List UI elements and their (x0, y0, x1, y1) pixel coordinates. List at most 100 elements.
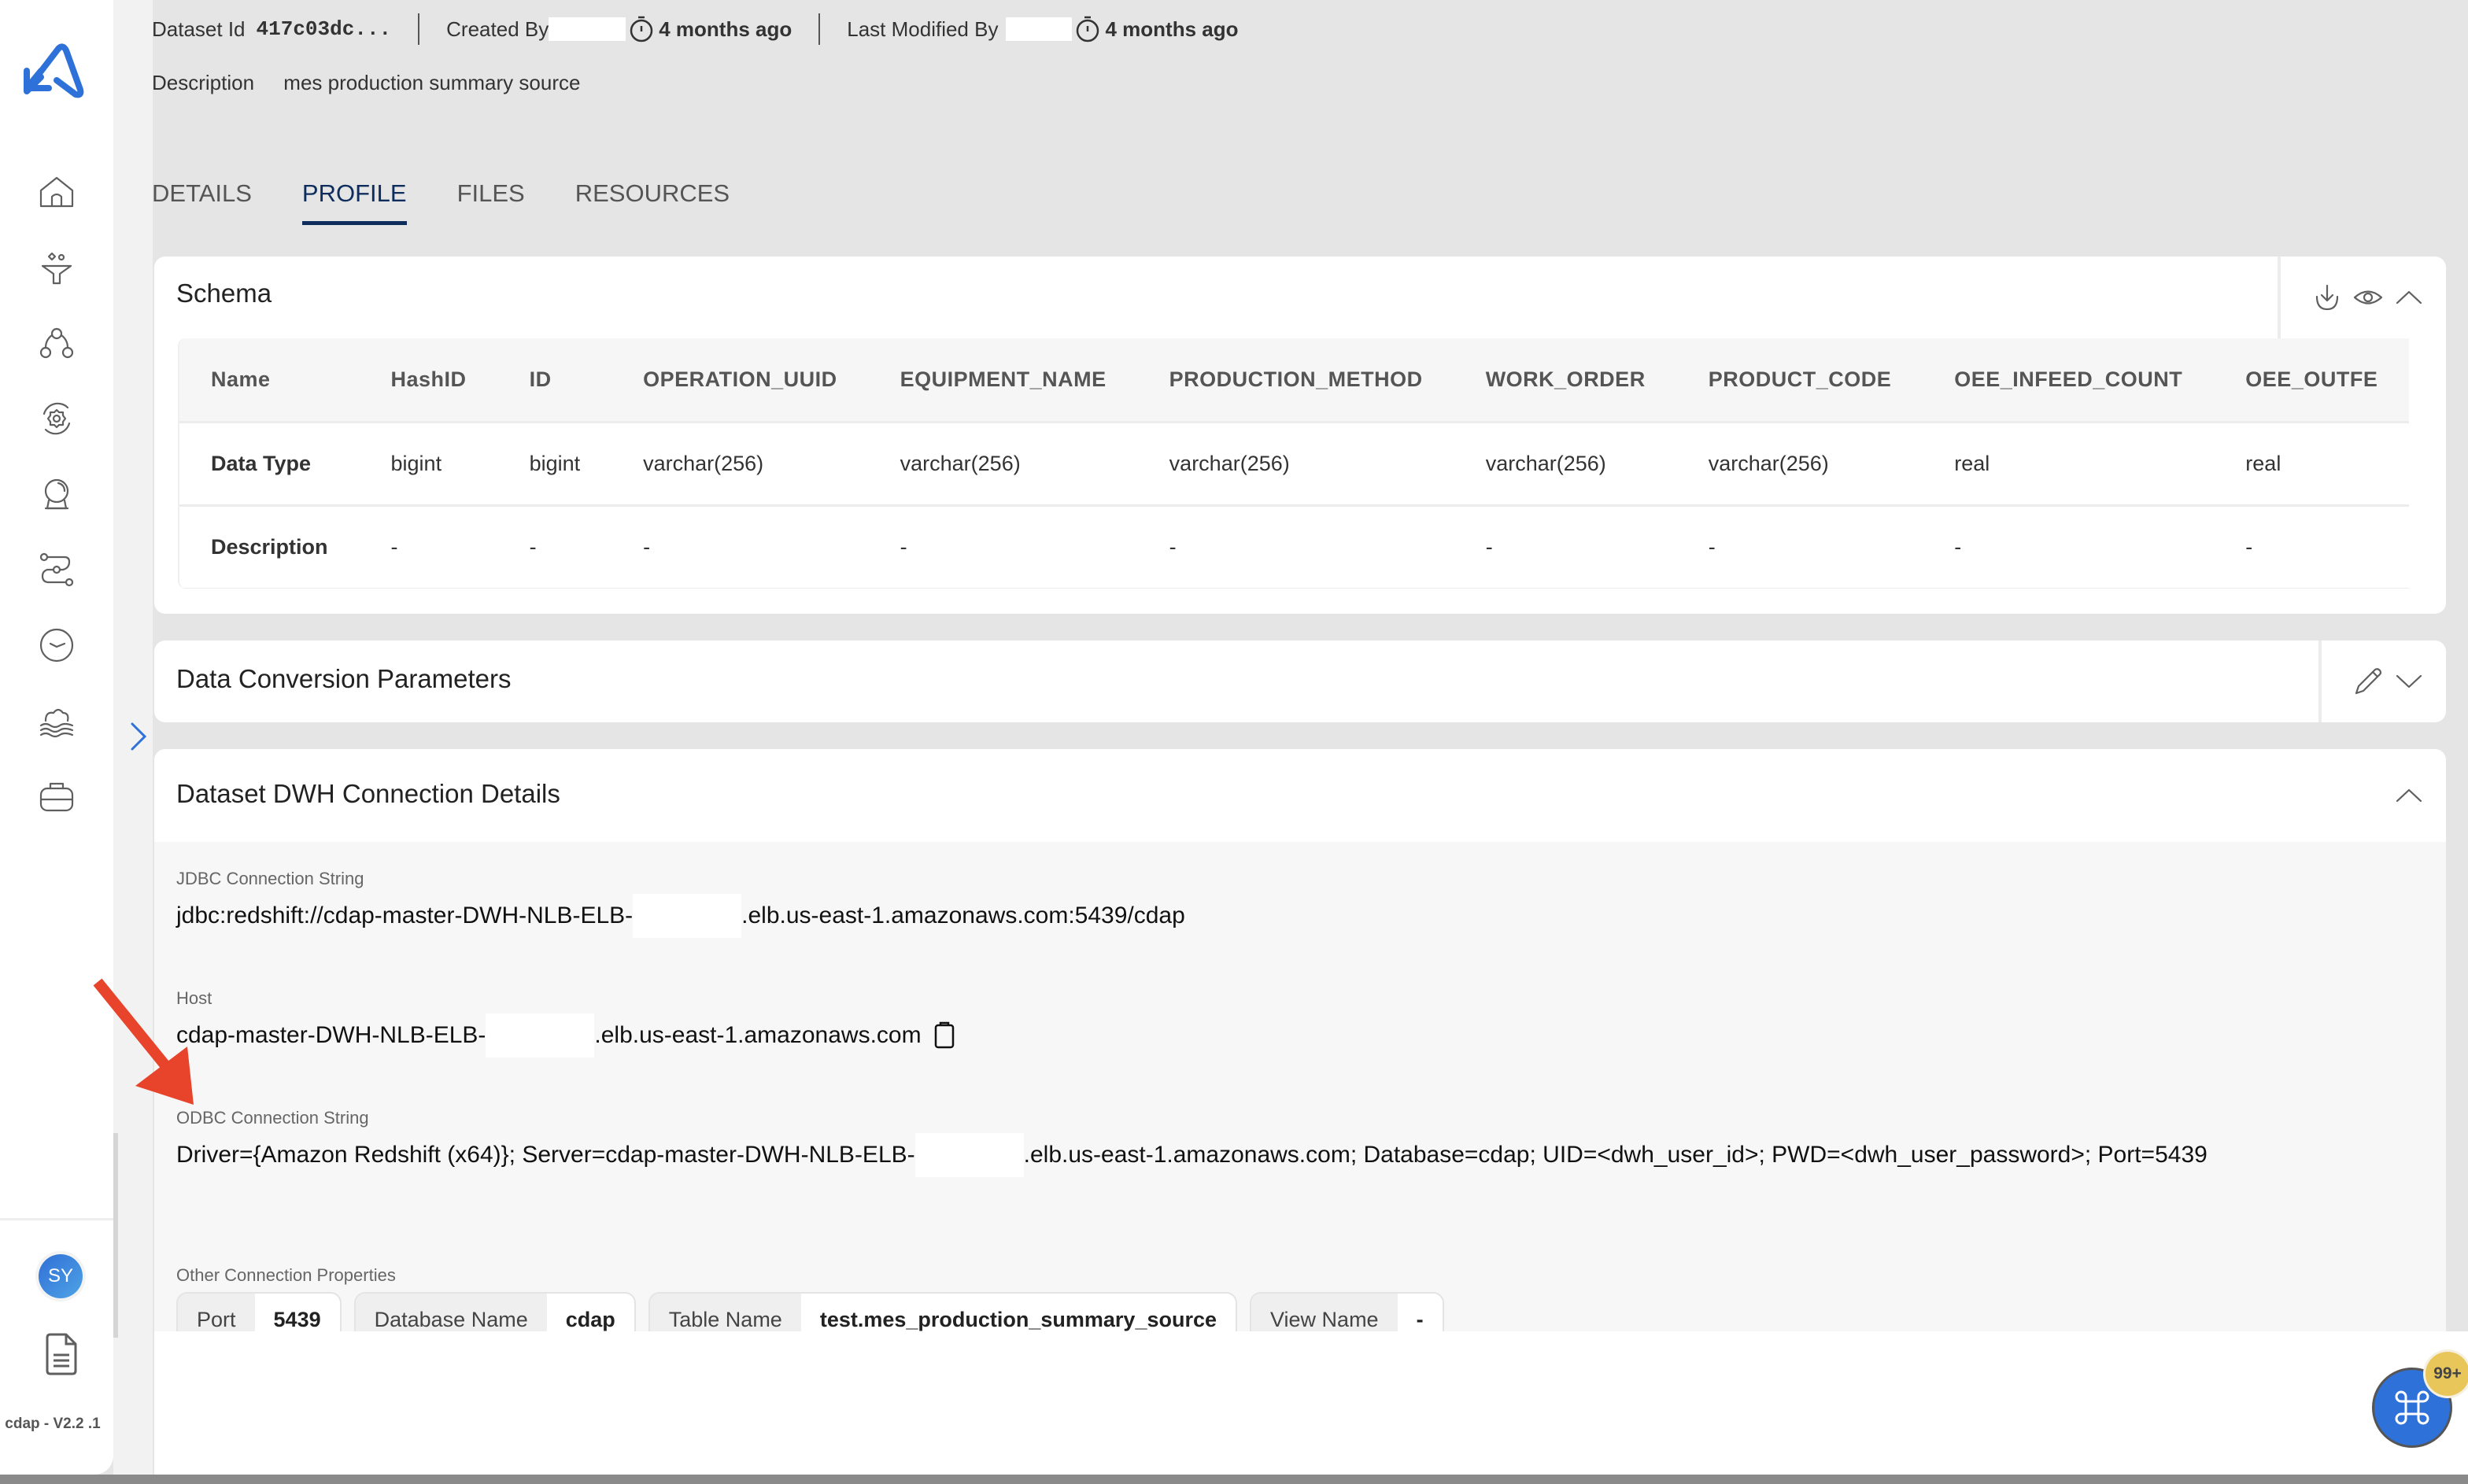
meta-separator (418, 13, 420, 45)
row-label: Data Type (179, 422, 360, 507)
jdbc-suffix: .elb.us-east-1.amazonaws.com:5439/cdap (741, 903, 1185, 928)
column-description: - (2214, 505, 2410, 589)
created-by-redacted (549, 17, 626, 41)
sidebar-item-home[interactable] (35, 170, 79, 214)
column-type: varchar(256) (868, 422, 1138, 507)
property-port: Port 5439 (176, 1292, 342, 1331)
chevron-up-icon (2396, 290, 2422, 305)
property-key: Table Name (649, 1294, 801, 1331)
odbc-connection-string[interactable]: Driver={Amazon Redshift (x64)}; Server=c… (176, 1133, 2208, 1177)
schema-card: Schema Name HashID ID OPERATION_UUID EQU… (154, 257, 2446, 614)
sidebar-item-data-ingestion[interactable] (35, 245, 79, 290)
funnel-icon (41, 252, 72, 285)
clipboard-copy-icon[interactable] (933, 1021, 956, 1050)
download-button[interactable] (2311, 281, 2344, 314)
pencil-icon (2355, 668, 2382, 695)
sidebar-item-data-lake[interactable] (35, 699, 79, 743)
hierarchy-icon (39, 327, 74, 359)
download-icon (2315, 284, 2339, 311)
sidebar-divider (0, 1218, 113, 1220)
expand-data-conversion-button[interactable] (2392, 665, 2426, 698)
property-key: View Name (1251, 1294, 1398, 1331)
row-label: Description (179, 505, 360, 589)
dwh-title: Dataset DWH Connection Details (176, 779, 560, 808)
notification-badge: 99+ (2426, 1352, 2468, 1396)
jdbc-prefix: jdbc:redshift://cdap-master-DWH-NLB-ELB- (176, 903, 634, 928)
property-table-name: Table Name test.mes_production_summary_s… (648, 1292, 1238, 1331)
sidebar-item-insights[interactable] (35, 472, 79, 516)
actions-divider (2278, 257, 2281, 338)
column-type: real (2214, 422, 2410, 507)
document-icon[interactable] (44, 1333, 79, 1375)
column-name: OEE_OUTFE (2214, 338, 2410, 423)
column-description: - (359, 505, 498, 589)
home-icon (39, 176, 74, 208)
column-name: OPERATION_UUID (611, 338, 869, 423)
chevron-down-icon (2396, 674, 2422, 688)
odbc-suffix: .elb.us-east-1.amazonaws.com; Database=c… (1023, 1142, 2208, 1168)
column-type: varchar(256) (1454, 422, 1677, 507)
sidebar-item-pipelines[interactable] (35, 548, 79, 592)
schema-actions (2278, 257, 2446, 338)
chevron-up-icon (2396, 788, 2422, 803)
column-description: - (497, 505, 612, 589)
schema-table: Name HashID ID OPERATION_UUID EQUIPMENT_… (179, 338, 2410, 589)
description-label: Description (152, 71, 255, 94)
annotation-arrow-icon (93, 978, 194, 1105)
gear-cycle-icon (42, 402, 71, 435)
column-name: WORK_ORDER (1454, 338, 1677, 423)
user-avatar[interactable]: SY (39, 1254, 83, 1298)
created-time: 4 months ago (659, 17, 792, 41)
last-modified-by-redacted (1006, 17, 1073, 41)
description-value: mes production summary source (283, 71, 581, 94)
meta-separator (818, 13, 821, 45)
crystal-ball-icon (44, 478, 69, 510)
dataset-id-value[interactable]: 417c03dc... (257, 17, 392, 41)
sidebar-scrollbar[interactable] (113, 1133, 118, 1338)
column-name: EQUIPMENT_NAME (868, 338, 1138, 423)
tab-profile[interactable]: PROFILE (301, 179, 407, 225)
property-database-name: Database Name cdap (353, 1292, 636, 1331)
data-conversion-card: Data Conversion Parameters (154, 640, 2446, 722)
tab-details[interactable]: DETAILS (152, 179, 252, 225)
collapse-dwh-button[interactable] (2392, 779, 2426, 812)
jdbc-label: JDBC Connection String (176, 869, 364, 888)
property-view-name: View Name - (1250, 1292, 1444, 1331)
redacted-block (633, 894, 742, 938)
column-type: real (1923, 422, 2215, 507)
schema-row-description: Description - - - - - - - - - (179, 505, 2410, 589)
jdbc-connection-string[interactable]: jdbc:redshift://cdap-master-DWH-NLB-ELB-… (176, 894, 1185, 938)
expand-sidebar-chevron-icon[interactable] (129, 721, 148, 752)
column-type: varchar(256) (1676, 422, 1923, 507)
column-name: PRODUCT_CODE (1676, 338, 1923, 423)
app-logo[interactable] (17, 39, 96, 102)
edit-button[interactable] (2352, 665, 2385, 698)
schema-title: Schema (176, 279, 272, 308)
other-properties-label: Other Connection Properties (176, 1265, 396, 1285)
preview-button[interactable] (2352, 281, 2385, 314)
column-description: - (611, 505, 869, 589)
property-value: 5439 (254, 1294, 340, 1331)
sidebar-item-schedules[interactable] (35, 623, 79, 667)
data-conversion-title: Data Conversion Parameters (176, 664, 512, 693)
sidebar-item-processing[interactable] (35, 397, 79, 441)
column-type: varchar(256) (1137, 422, 1454, 507)
tab-files[interactable]: FILES (457, 179, 525, 225)
column-name: PRODUCTION_METHOD (1137, 338, 1454, 423)
property-value: cdap (546, 1294, 634, 1331)
connection-properties: Port 5439 Database Name cdap Table Name … (176, 1292, 1444, 1331)
tab-resources[interactable]: RESOURCES (575, 179, 730, 225)
redacted-block (914, 1133, 1024, 1177)
host-value[interactable]: cdap-master-DWH-NLB-ELB- .elb.us-east-1.… (176, 1013, 956, 1058)
eye-icon (2353, 290, 2383, 305)
row-label: Name (179, 338, 360, 423)
sidebar-item-data-model[interactable] (35, 321, 79, 365)
host-suffix: .elb.us-east-1.amazonaws.com (594, 1022, 922, 1048)
actions-divider (2318, 640, 2322, 722)
redacted-block (486, 1013, 595, 1058)
collapse-schema-button[interactable] (2392, 281, 2426, 314)
sidebar-item-resources[interactable] (35, 774, 79, 818)
column-type: bigint (359, 422, 498, 507)
app-root: SY cdap - V2.2 .1 Dataset Id 417c03dc...… (0, 0, 2468, 1484)
schema-table-scroll[interactable]: Name HashID ID OPERATION_UUID EQUIPMENT_… (178, 338, 2422, 589)
